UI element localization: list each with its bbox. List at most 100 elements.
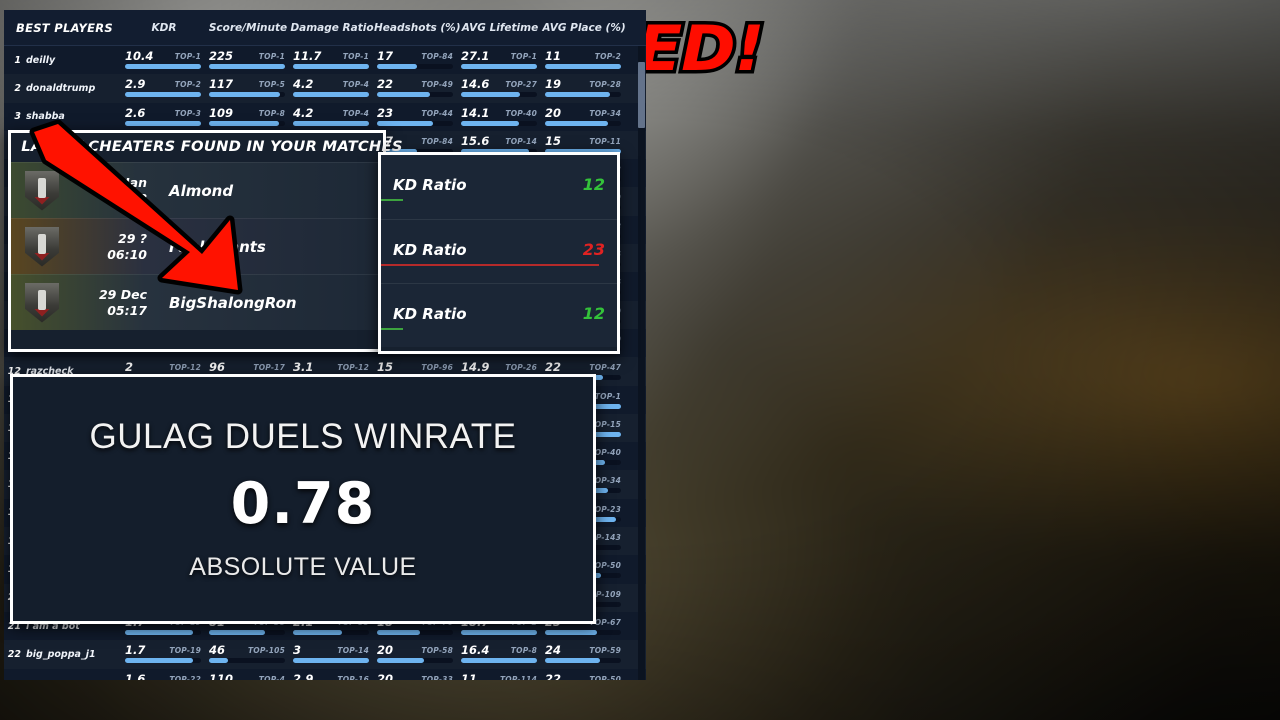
leaderboard-scrollbar-track[interactable] (638, 46, 645, 680)
stat-top-rank: TOP-2 (174, 80, 201, 90)
leaderboard-col-avg-place[interactable]: AVG Place (%) (542, 22, 626, 34)
leaderboard-col-kdr[interactable]: KDR (122, 22, 206, 34)
stat-cell-spm: 225 TOP-1 (206, 46, 290, 74)
stat-value: 15 (377, 360, 394, 375)
stat-value: 15.6 (461, 133, 490, 148)
stat-value: 96 (209, 360, 226, 375)
stat-bar-track (545, 120, 621, 126)
stat-bar-track (293, 120, 369, 126)
stat-cell-kdr: 1.7 TOP-19 (122, 640, 206, 668)
stat-top-rank: TOP-2 (594, 52, 621, 61)
stat-bar-track (209, 64, 285, 69)
stat-bar-track (293, 658, 369, 664)
leaderboard-col-damage-ratio[interactable]: Damage Ratio (290, 22, 374, 34)
stat-bar-track (377, 629, 453, 635)
table-row[interactable]: 1.6 TOP-22 110 TOP-4 2.9 TOP-16 20 TOP-33 11 TOP-… (4, 668, 646, 680)
stat-bar-fill (461, 658, 537, 664)
stat-cell-dmg: 2.9 TOP-16 (290, 669, 374, 680)
stat-bar-fill (545, 658, 600, 664)
player-rank: 2 (14, 82, 21, 94)
stat-value: 2.6 (125, 105, 146, 120)
stat-bar-fill (209, 64, 285, 69)
stat-value: 2.9 (293, 671, 314, 680)
stat-top-rank: TOP-1 (594, 391, 621, 401)
leaderboard-scrollbar-thumb[interactable] (638, 62, 645, 128)
stat-cell-hs: 22 TOP-49 (374, 74, 458, 102)
table-row[interactable]: 2 donaldtrump 2.9 TOP-2 117 TOP-5 4.2 TOP-4 22 TO… (4, 74, 646, 103)
leaderboard-col-best-players[interactable]: BEST PLAYERS (4, 21, 122, 35)
kd-ratio-value: 12 (582, 304, 605, 323)
stat-top-rank: TOP-12 (337, 363, 369, 373)
stat-value: 4.2 (293, 77, 314, 92)
kd-ratio-row[interactable]: KD Ratio 12 (381, 283, 617, 347)
stat-bar-track (545, 658, 621, 664)
stat-value: 20 (545, 105, 562, 120)
stat-bar-track (377, 92, 453, 98)
stat-cell-dmg: 11.7 TOP-1 (290, 46, 374, 74)
stat-bar-fill (125, 64, 201, 69)
stat-top-rank: TOP-14 (337, 646, 369, 656)
kd-ratio-label: KD Ratio (393, 241, 467, 259)
gulag-subtitle: ABSOLUTE VALUE (189, 552, 417, 581)
stat-bar-fill (377, 92, 431, 98)
stat-cell-dmg: 4.2 TOP-4 (290, 103, 374, 131)
stat-cell-place: 24 TOP-59 (542, 640, 626, 668)
player-rank: 22 (7, 648, 21, 660)
stat-value: 14.1 (461, 105, 490, 120)
stat-top-rank: TOP-58 (421, 646, 453, 656)
kd-ratio-row[interactable]: KD Ratio 12 (381, 155, 617, 219)
stat-bar-track (461, 64, 537, 69)
stat-top-rank: TOP-27 (505, 80, 537, 90)
player-name: big_poppa_j1 (26, 648, 96, 660)
stat-cell-life: 14.6 TOP-27 (458, 74, 542, 102)
stat-top-rank: TOP-5 (258, 80, 285, 90)
leaderboard-col-score-minute[interactable]: Score/Minute (206, 22, 290, 34)
table-row[interactable]: 1 deilly 10.4 TOP-1 225 TOP-1 11.7 TOP-1 17 TOP-8… (4, 46, 646, 75)
leaderboard-col-headshots[interactable]: Headshots (%) (374, 22, 461, 34)
stat-top-rank: TOP-3 (174, 108, 201, 118)
stat-top-rank: TOP-84 (421, 136, 453, 146)
red-arrow-icon (29, 120, 243, 295)
stat-cell-hs: 17 TOP-84 (374, 46, 458, 74)
stat-cell-kdr: 2.9 TOP-2 (122, 74, 206, 102)
table-row[interactable]: 22 big_poppa_j1 1.7 TOP-19 46 TOP-105 3 TOP-14 2… (4, 640, 646, 669)
stat-bar-fill (377, 658, 425, 664)
kd-ratio-label: KD Ratio (393, 305, 467, 323)
stat-cell-dmg: 3 TOP-14 (290, 640, 374, 668)
stat-cell-spm: 117 TOP-5 (206, 74, 290, 102)
stat-bar-track (293, 629, 369, 635)
stat-value: 27.1 (461, 49, 490, 63)
stat-value: 22 (545, 360, 562, 375)
stat-value: 11 (545, 49, 562, 63)
stat-top-rank: TOP-59 (589, 646, 621, 656)
stat-value: 110 (209, 671, 234, 680)
stat-bar-track (545, 64, 621, 69)
stat-cell-hs: 20 TOP-58 (374, 640, 458, 668)
stat-value: 11 (461, 671, 478, 680)
stat-top-rank: TOP-33 (421, 674, 453, 680)
stat-top-rank: TOP-114 (499, 674, 537, 680)
stat-value: 4.2 (293, 105, 314, 120)
leaderboard-col-avg-lifetime[interactable]: AVG Lifetime (458, 22, 542, 34)
stat-value: 3 (293, 643, 302, 658)
stat-bar-fill (125, 658, 194, 664)
leaderboard-header-row: BEST PLAYERS KDR Score/Minute Damage Ratio H… (4, 10, 646, 46)
stat-bar-fill (209, 658, 228, 664)
gulag-value: 0.78 (230, 470, 376, 537)
stat-top-rank: TOP-8 (258, 108, 285, 118)
stat-bar-track (125, 658, 201, 664)
stat-value: 24 (545, 643, 562, 658)
stat-top-rank: TOP-34 (589, 108, 621, 118)
stat-bar-track (461, 629, 537, 635)
stat-value: 109 (209, 105, 234, 120)
stat-value: 15 (545, 133, 562, 148)
stat-bar-fill (461, 629, 537, 635)
stat-top-rank: TOP-8 (510, 646, 537, 656)
stat-bar-track (125, 629, 201, 635)
kd-ratio-row[interactable]: KD Ratio 23 (381, 219, 617, 283)
stat-value: 22 (545, 671, 562, 680)
stat-bar-fill (293, 120, 369, 126)
stat-top-rank: TOP-40 (505, 108, 537, 118)
stat-bar-fill (545, 120, 609, 126)
stat-bar-track (209, 92, 285, 98)
